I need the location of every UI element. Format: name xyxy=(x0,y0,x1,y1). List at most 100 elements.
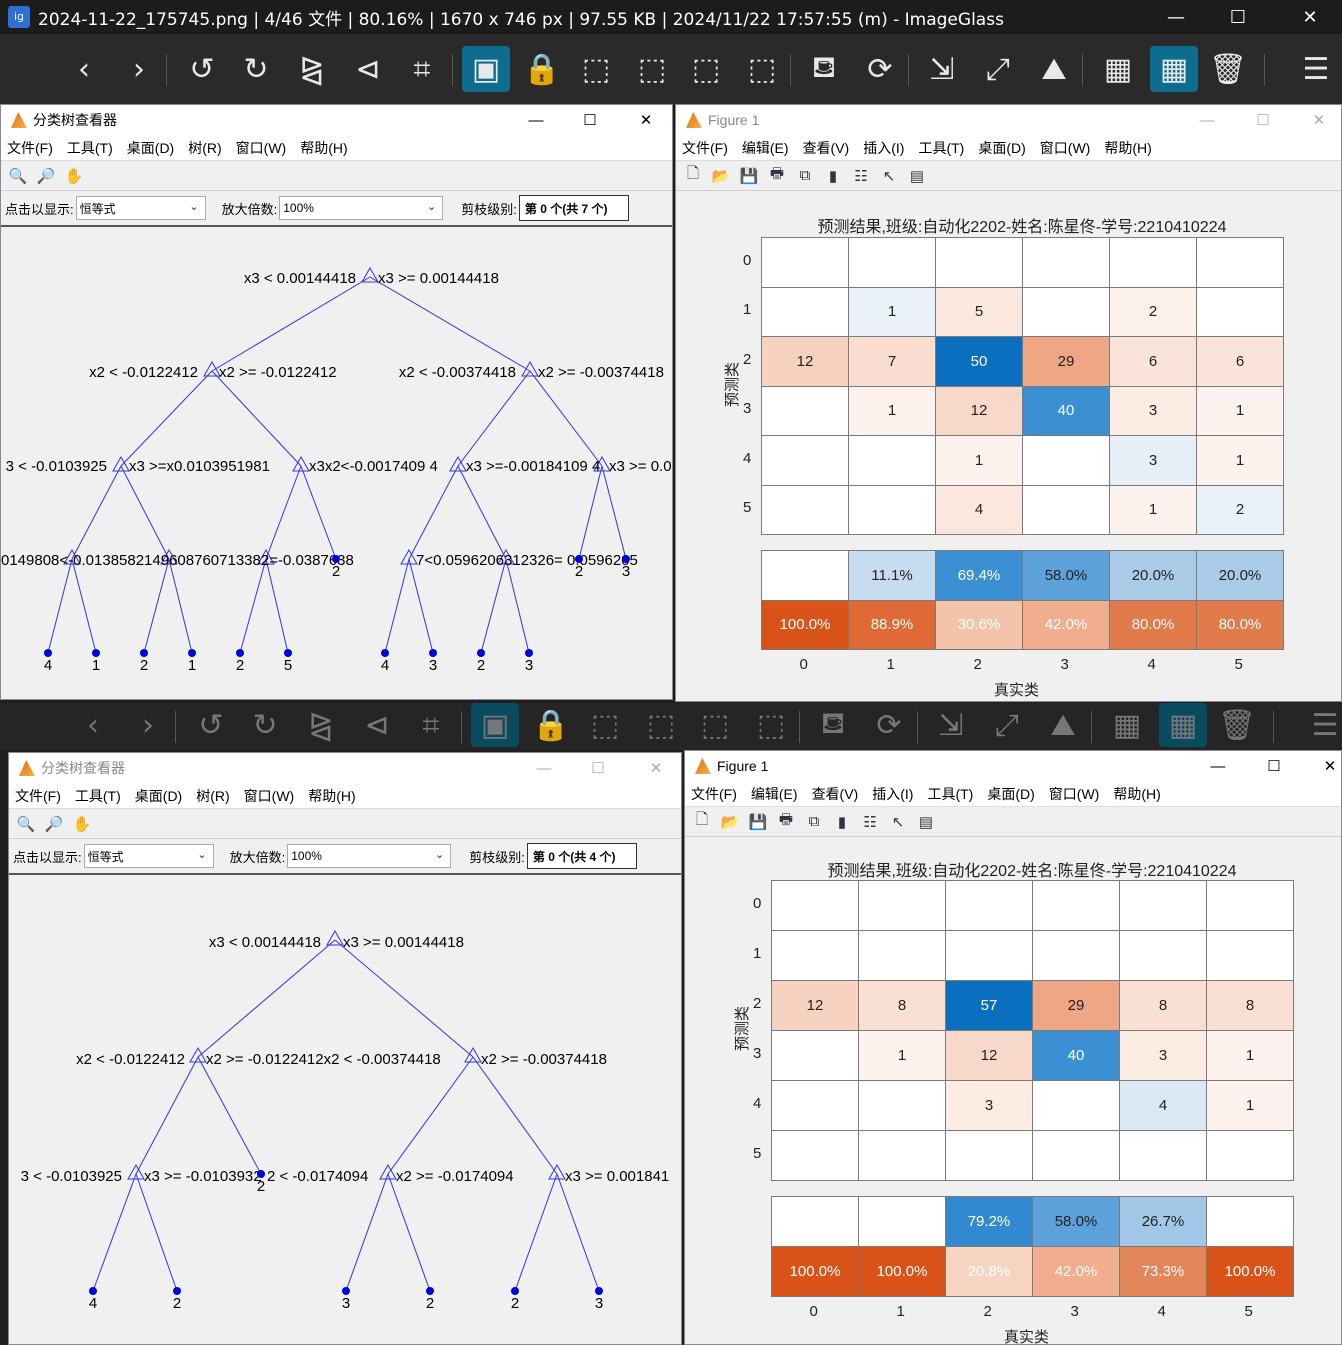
menu-icon[interactable]: ☰ xyxy=(1292,46,1340,92)
flip-vertical-icon[interactable]: ⊲ xyxy=(344,46,392,92)
save-icon[interactable]: 💾 xyxy=(747,811,769,833)
pointer-icon[interactable]: ↖ xyxy=(887,811,909,833)
link-plot-icon[interactable]: ⧉ xyxy=(794,165,816,187)
flip-vertical-icon[interactable]: ⊲ xyxy=(353,703,401,747)
close-button[interactable]: ✕ xyxy=(1307,751,1341,781)
rotate-left-icon[interactable]: ↺ xyxy=(187,703,235,747)
crop-icon[interactable]: ⌗ xyxy=(407,703,455,747)
minimize-button[interactable]: — xyxy=(521,753,567,783)
auto-zoom-icon[interactable]: ⬚ xyxy=(738,46,786,92)
zoom-in-icon[interactable]: 🔍 xyxy=(7,165,29,187)
open-location-icon[interactable]: ⇲ xyxy=(918,46,966,92)
print-icon[interactable]: 🖶 xyxy=(775,811,797,833)
menu-item[interactable]: 窗口(W) xyxy=(236,138,287,158)
prev-icon[interactable]: ‹ xyxy=(60,46,108,92)
rotate-right-icon[interactable]: ↻ xyxy=(232,46,280,92)
click-display-select[interactable]: 恒等式 ⌄ xyxy=(83,844,214,868)
delete-icon[interactable]: 🗑 xyxy=(1213,703,1261,747)
menu-item[interactable]: 编辑(E) xyxy=(751,784,798,804)
menu-item[interactable]: 树(R) xyxy=(188,138,221,158)
scale-width-icon[interactable]: ⬚ xyxy=(628,46,676,92)
zoom-select[interactable]: 100% ⌄ xyxy=(287,844,452,868)
auto-zoom-icon[interactable]: ⬚ xyxy=(747,703,795,747)
color-picker-icon[interactable]: ⛾ xyxy=(809,703,857,747)
pan-hand-icon[interactable]: ✋ xyxy=(71,813,93,835)
legend-icon[interactable]: ☷ xyxy=(850,165,872,187)
menu-item[interactable]: 帮助(H) xyxy=(300,138,347,158)
refresh-icon[interactable]: ⟳ xyxy=(865,703,913,747)
pan-hand-icon[interactable]: ✋ xyxy=(63,165,85,187)
refresh-icon[interactable]: ⟳ xyxy=(856,46,904,92)
menu-item[interactable]: 文件(F) xyxy=(691,784,737,804)
menu-item[interactable]: 桌面(D) xyxy=(987,784,1034,804)
menu-item[interactable]: 桌面(D) xyxy=(135,786,182,806)
zoom-out-icon[interactable]: 🔎 xyxy=(43,813,65,835)
rotate-left-icon[interactable]: ↺ xyxy=(178,46,226,92)
scale-height-icon[interactable]: ⬚ xyxy=(691,703,739,747)
menu-item[interactable]: 查看(V) xyxy=(803,138,850,158)
maximize-button[interactable]: ☐ xyxy=(567,105,613,135)
tree-canvas[interactable]: x3 < 0.00144418 x3 >= 0.00144418 x2 < -0.0… xyxy=(9,881,681,1344)
delete-icon[interactable]: 🗑 xyxy=(1204,46,1252,92)
menu-item[interactable]: 插入(I) xyxy=(863,138,904,158)
prev-icon[interactable]: ‹ xyxy=(69,703,117,747)
menu-item[interactable]: 帮助(H) xyxy=(1113,784,1160,804)
menu-item[interactable]: 帮助(H) xyxy=(1104,138,1151,158)
colorbar-icon[interactable]: ▮ xyxy=(822,165,844,187)
prune-level-spinner[interactable]: 第 0 个(共 7 个) xyxy=(518,195,629,221)
maximize-button[interactable]: ☐ xyxy=(1208,0,1268,34)
zoom-in-icon[interactable]: 🔍 xyxy=(15,813,37,835)
close-button[interactable]: ✕ xyxy=(1296,105,1341,135)
flip-horizontal-icon[interactable]: ⧎ xyxy=(297,703,345,747)
menu-item[interactable]: 帮助(H) xyxy=(308,786,355,806)
lock-zoom-icon[interactable]: 🔒 xyxy=(527,703,575,747)
tree-canvas[interactable]: x3 < 0.00144418 x3 >= 0.00144418 x2 < -0.0… xyxy=(1,233,672,699)
menu-item[interactable]: 工具(T) xyxy=(67,138,113,158)
menu-item[interactable]: 文件(F) xyxy=(7,138,53,158)
minimize-button[interactable]: — xyxy=(513,105,559,135)
open-file-icon[interactable]: 📂 xyxy=(719,811,741,833)
maximize-button[interactable]: ☐ xyxy=(575,753,621,783)
menu-item[interactable]: 文件(F) xyxy=(682,138,728,158)
minimize-button[interactable]: — xyxy=(1195,751,1241,781)
maximize-button[interactable]: ☐ xyxy=(1240,105,1286,135)
menu-item[interactable]: 工具(T) xyxy=(927,784,973,804)
gallery-icon[interactable]: ▦ xyxy=(1103,703,1151,747)
next-icon[interactable]: › xyxy=(124,703,172,747)
color-picker-icon[interactable]: ⛾ xyxy=(800,46,848,92)
menu-item[interactable]: 窗口(W) xyxy=(1049,784,1100,804)
minimize-button[interactable]: — xyxy=(1184,105,1230,135)
click-display-select[interactable]: 恒等式 ⌄ xyxy=(75,196,206,220)
new-figure-icon[interactable]: 🗋 xyxy=(682,165,704,187)
zoom-fit-icon[interactable]: ⬚ xyxy=(581,703,629,747)
crop-icon[interactable]: ⌗ xyxy=(398,46,446,92)
menu-item[interactable]: 窗口(W) xyxy=(1040,138,1091,158)
open-location-icon[interactable]: ⇲ xyxy=(927,703,975,747)
thumbnail-icon[interactable]: ▦ xyxy=(1159,703,1207,747)
menu-item[interactable]: 编辑(E) xyxy=(742,138,789,158)
pointer-icon[interactable]: ↖ xyxy=(878,165,900,187)
fullscreen-icon[interactable]: ⤢ xyxy=(983,703,1031,747)
print-icon[interactable]: 🖶 xyxy=(766,165,788,187)
open-file-icon[interactable]: 📂 xyxy=(710,165,732,187)
colorbar-icon[interactable]: ▮ xyxy=(831,811,853,833)
minimize-button[interactable]: — xyxy=(1146,0,1206,34)
close-button[interactable]: ✕ xyxy=(1280,0,1340,34)
scale-width-icon[interactable]: ⬚ xyxy=(637,703,685,747)
property-editor-icon[interactable]: ▤ xyxy=(915,811,937,833)
next-icon[interactable]: › xyxy=(115,46,163,92)
zoom-out-icon[interactable]: 🔎 xyxy=(35,165,57,187)
save-icon[interactable]: 💾 xyxy=(738,165,760,187)
lock-zoom-icon[interactable]: 🔒 xyxy=(518,46,566,92)
new-figure-icon[interactable]: 🗋 xyxy=(691,811,713,833)
thumbnail-icon[interactable]: ▦ xyxy=(1150,46,1198,92)
link-plot-icon[interactable]: ⧉ xyxy=(803,811,825,833)
gallery-icon[interactable]: ▦ xyxy=(1094,46,1142,92)
zoom-fit-icon[interactable]: ⬚ xyxy=(572,46,620,92)
menu-item[interactable]: 树(R) xyxy=(196,786,229,806)
menu-icon[interactable]: ☰ xyxy=(1301,703,1342,747)
maximize-button[interactable]: ☐ xyxy=(1251,751,1297,781)
view-actual-icon[interactable]: ▣ xyxy=(462,46,510,92)
menu-item[interactable]: 文件(F) xyxy=(15,786,61,806)
close-button[interactable]: ✕ xyxy=(623,105,669,135)
